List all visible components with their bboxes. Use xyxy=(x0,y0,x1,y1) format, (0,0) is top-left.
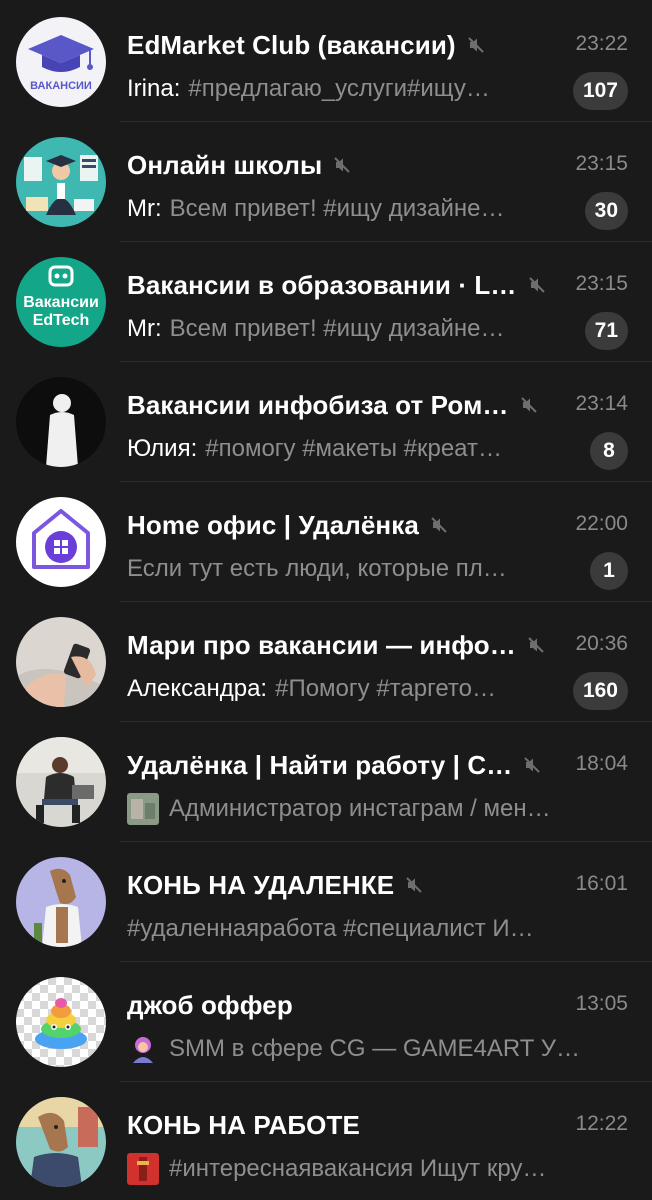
person-laptop-photo-icon xyxy=(16,737,106,827)
unread-badge: 160 xyxy=(572,672,628,710)
muted-icon xyxy=(334,157,351,173)
bojack-cartoon-icon xyxy=(16,857,106,947)
chat-preview: #интереснаявакансия Ищут кру… xyxy=(169,1155,547,1182)
unread-badge: 107 xyxy=(572,72,628,110)
chat-title: джоб оффер xyxy=(127,989,293,1020)
preview-thumbnail xyxy=(127,1153,159,1185)
chat-preview: #Помогу #таргето… xyxy=(275,675,496,702)
chat-row-online-schools[interactable]: Онлайн школы 23:15 Mr: Всем привет! #ищу… xyxy=(0,122,652,242)
chat-preview: Если тут есть люди, которые пл… xyxy=(127,555,507,582)
chat-preview: #помогу #макеты #креат… xyxy=(205,435,502,462)
chat-time: 23:15 xyxy=(575,152,628,175)
chat-preview: Всем привет! #ищу дизайне… xyxy=(169,315,505,342)
chat-sender: Irina: xyxy=(127,75,181,102)
silhouette-photo-icon xyxy=(16,377,106,467)
muted-icon xyxy=(528,637,544,653)
avatar xyxy=(16,377,106,467)
chat-row-home-office[interactable]: Home офис | Удалёнка 22:00 Если тут есть… xyxy=(0,482,652,602)
bojack-office-cartoon-icon xyxy=(16,1097,106,1187)
hands-phone-photo-icon xyxy=(16,617,106,707)
chat-title: Онлайн школы xyxy=(127,149,323,180)
chat-row-horse-at-work[interactable]: КОНЬ НА РАБОТЕ 12:22 #интереснаявакансия… xyxy=(0,1082,652,1200)
chat-row-edtech-vacancies[interactable]: Вакансии EdTech Вакансии в образовании ·… xyxy=(0,242,652,362)
chat-time: 23:14 xyxy=(575,392,628,415)
chat-row-infobiz-vacancies[interactable]: Вакансии инфобиза от Ром… 23:14 Юлия: #п… xyxy=(0,362,652,482)
avatar xyxy=(16,137,106,227)
muted-icon xyxy=(528,277,545,293)
unread-badge: 1 xyxy=(590,552,628,590)
chat-preview: Администратор инстаграм / мен… xyxy=(169,795,551,822)
avatar xyxy=(16,1097,106,1187)
chat-time: 18:04 xyxy=(575,752,628,775)
unread-badge: 30 xyxy=(584,192,628,230)
avatar xyxy=(16,977,106,1067)
graduate-illustration-icon xyxy=(16,137,106,227)
muted-icon xyxy=(406,877,422,893)
chat-time: 16:01 xyxy=(575,872,628,895)
unread-badge: 71 xyxy=(584,312,628,350)
avatar-label-line2: EdTech xyxy=(33,312,90,329)
avatar: Вакансии EdTech xyxy=(16,257,106,347)
chat-row-edmarket-club[interactable]: ВАКАНСИИ EdMarket Club (вакансии) 23:22 … xyxy=(0,2,652,122)
woman-artist-emoji-icon xyxy=(127,1033,159,1065)
avatar-label: ВАКАНСИИ xyxy=(30,80,92,92)
avatar xyxy=(16,497,106,587)
chat-row-remote-find-work[interactable]: Удалёнка | Найти работу | С… 18:04 Админ… xyxy=(0,722,652,842)
chat-title: Home офис | Удалёнка xyxy=(127,509,419,540)
chat-title: КОНЬ НА РАБОТЕ xyxy=(127,1109,360,1140)
chat-sender: Александра: xyxy=(127,675,268,702)
muted-icon xyxy=(467,37,484,53)
unread-badge: 8 xyxy=(590,432,628,470)
house-logo-icon xyxy=(16,497,106,587)
chat-time: 23:15 xyxy=(575,272,628,295)
chat-row-mari-vacancies[interactable]: Мари про вакансии — инфо… 20:36 Александ… xyxy=(0,602,652,722)
chat-row-job-offer[interactable]: джоб оффер 13:05 SMM в сфере CG — GAME4A… xyxy=(0,962,652,1082)
chat-preview: #предлагаю_услуги#ищу… xyxy=(188,75,490,102)
chat-sender: Юлия: xyxy=(127,435,198,462)
rainbow-poop-emoji-icon xyxy=(16,977,106,1067)
graduation-cap-icon: ВАКАНСИИ xyxy=(16,17,106,107)
muted-icon xyxy=(431,517,447,533)
avatar xyxy=(16,617,106,707)
muted-icon xyxy=(520,397,537,413)
chat-title: Вакансии инфобиза от Ром… xyxy=(127,389,509,420)
chat-row-horse-remote[interactable]: КОНЬ НА УДАЛЕНКЕ 16:01 #удаленнаяработа … xyxy=(0,842,652,962)
chat-list: ВАКАНСИИ EdMarket Club (вакансии) 23:22 … xyxy=(0,0,652,1200)
chat-time: 23:22 xyxy=(575,32,628,55)
robot-logo-icon: Вакансии EdTech xyxy=(16,257,106,347)
chat-title: EdMarket Club (вакансии) xyxy=(127,29,456,60)
chat-sender: Mr: xyxy=(127,315,162,342)
chat-time: 20:36 xyxy=(575,632,628,655)
avatar: ВАКАНСИИ xyxy=(16,17,106,107)
chat-time: 22:00 xyxy=(575,512,628,535)
avatar xyxy=(16,857,106,947)
chat-time: 12:22 xyxy=(575,1112,628,1135)
chat-time: 13:05 xyxy=(575,992,628,1015)
chat-title: Удалёнка | Найти работу | С… xyxy=(127,749,513,780)
chat-title: Мари про вакансии — инфо… xyxy=(127,629,516,660)
chat-sender: Mr: xyxy=(127,195,162,222)
preview-thumbnail xyxy=(127,793,159,825)
muted-icon xyxy=(524,757,541,773)
avatar-label-line1: Вакансии xyxy=(23,294,99,311)
chat-preview: Всем привет! #ищу дизайне… xyxy=(169,195,505,222)
chat-preview: SMM в сфере CG — GAME4ART У… xyxy=(169,1035,580,1062)
chat-preview: #удаленнаяработа #специалист И… xyxy=(127,915,534,942)
chat-title: КОНЬ НА УДАЛЕНКЕ xyxy=(127,869,395,900)
avatar xyxy=(16,737,106,827)
chat-title: Вакансии в образовании · L… xyxy=(127,269,517,300)
